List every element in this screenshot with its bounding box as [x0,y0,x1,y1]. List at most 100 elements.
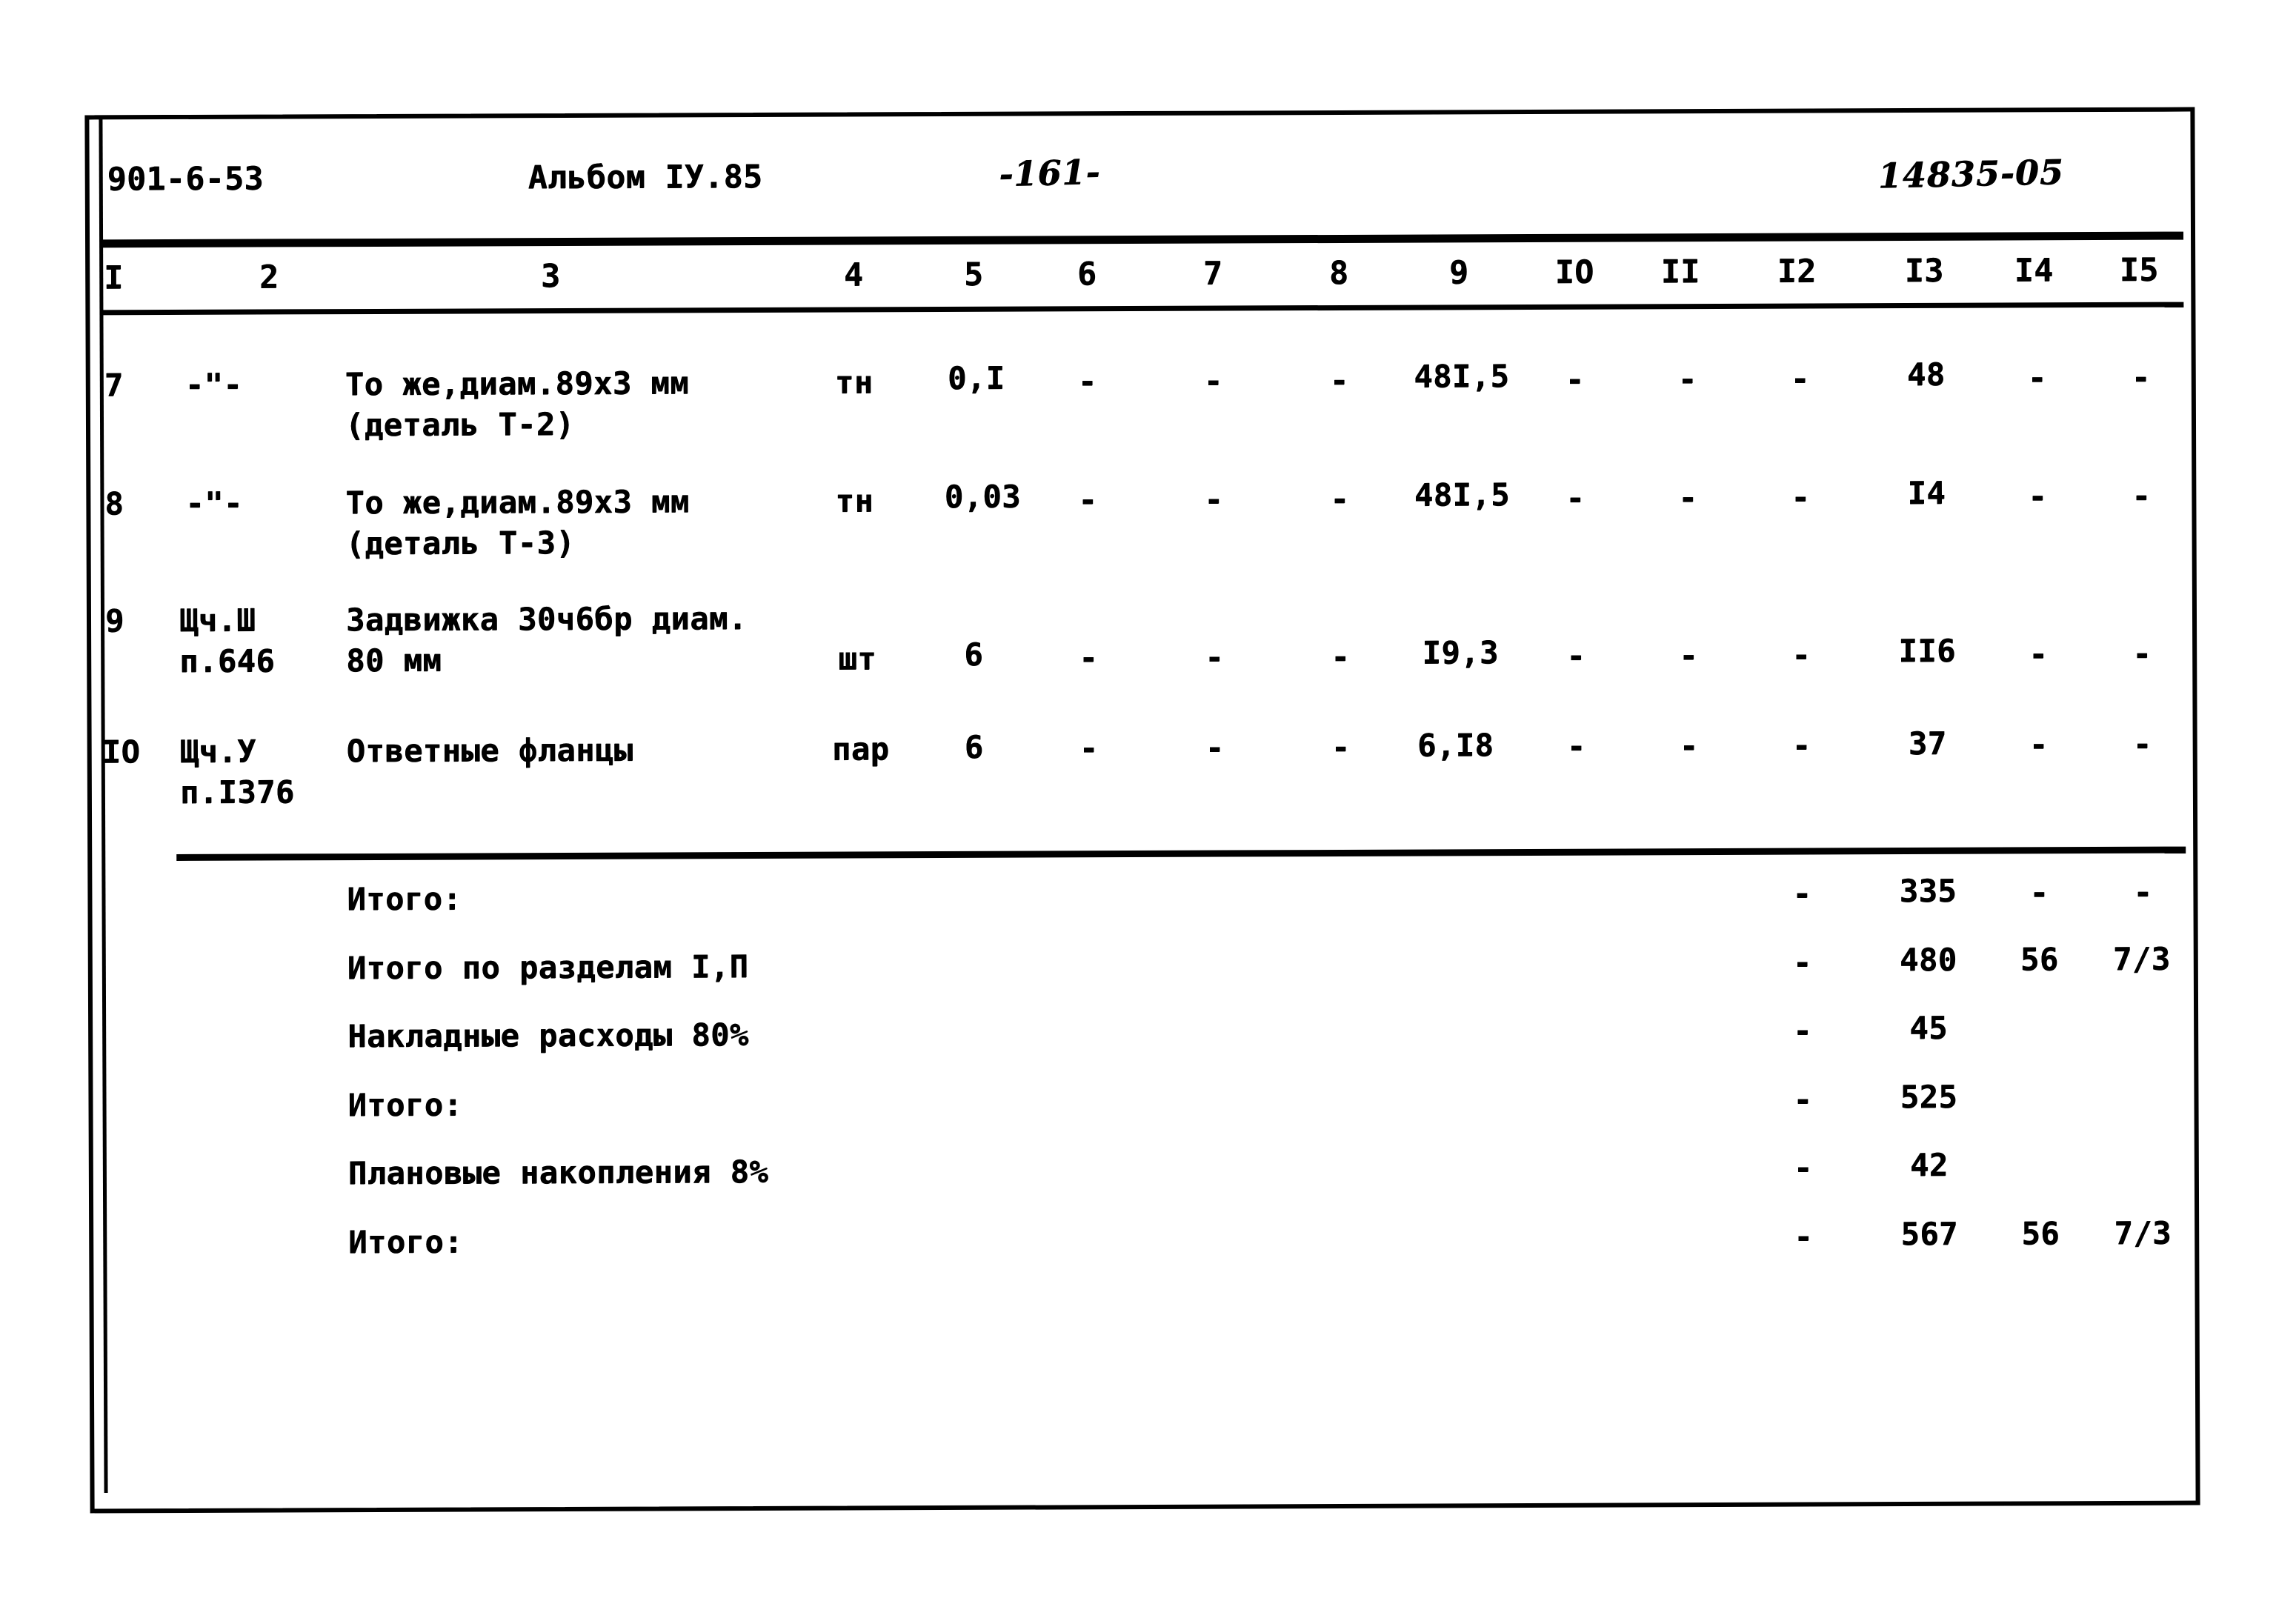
row-col5: 6 [964,728,984,765]
row-col15: - [2132,635,2152,672]
column-header-6: 6 [1077,256,1097,293]
summary-col15: 7/3 [2114,1214,2172,1251]
summary-col12: - [1793,1012,1813,1049]
summary-row: Итого: - 335 - - [0,0,2273,917]
row-col6: - [1079,639,1099,676]
row-col9: 48I,5 [1414,358,1510,395]
column-header-15: I5 [2119,251,2159,289]
row-col13: 48 [1906,356,1946,393]
row-col12: - [1791,479,1811,516]
table-row: 9 Щч.Ш п.646 Задвижка 30ч6бр диам. 80 мм… [0,0,2273,679]
row-number: 7 [104,367,124,404]
project-code: 901-6-53 [107,160,264,199]
summary-row: Итого по разделам I,П - 480 56 7/3 [0,0,2273,986]
summary-col12: - [1793,1149,1813,1186]
column-header-7: 7 [1202,255,1223,293]
row-col6: - [1077,363,1097,400]
row-col6: - [1078,482,1098,519]
row-col5: 0,I [947,359,1005,396]
column-header-9: 9 [1448,254,1469,292]
row-name-line1: Ответные фланцы [346,731,633,770]
row-col5: 0,03 [944,478,1022,515]
row-unit: шт [838,640,877,677]
summary-col12: - [1794,1218,1814,1255]
column-header-14: I4 [2014,252,2054,290]
page-number: -161- [998,151,1101,195]
row-name-line1: Задвижка 30ч6бр диам. [345,600,748,639]
row-col10: - [1565,479,1585,516]
row-col11: - [1677,361,1697,398]
row-col10: - [1565,361,1585,398]
summary-col12: - [1792,944,1812,981]
row-name-line2: 80 мм [346,642,442,679]
row-col10: - [1566,728,1586,765]
row-col11: - [1679,637,1699,674]
row-col11: - [1678,479,1698,516]
row-name-line1: То же,диам.89х3 мм [345,365,690,403]
row-reference-line2: п.I376 [179,773,295,811]
summary-row: Итого: - 567 56 7/3 [0,0,2273,1260]
summary-row: Накладные расходы 80% - 45 [0,0,2273,1054]
row-unit: тн [834,364,874,401]
summary-row: Плановые накопления 8% - 42 [0,0,2273,1191]
table-row: 7 -"- То же,диам.89х3 мм (деталь Т-2) тн… [0,0,2273,443]
row-col9: I9,3 [1422,634,1499,671]
row-reference-line2: п.646 [179,642,276,679]
row-reference: -"- [184,366,243,403]
row-col12: - [1791,636,1811,673]
row-reference: Щч.У [179,733,256,770]
row-col11: - [1679,728,1699,765]
summary-col12: - [1793,1081,1813,1118]
row-col9: 6,I8 [1417,727,1494,764]
row-col12: - [1791,727,1811,764]
column-header-4: 4 [843,256,864,294]
column-header-13: I3 [1904,252,1944,290]
album-label: Альбом IУ.85 [528,158,763,197]
summary-separator-rule [176,846,2186,861]
row-name-line1: То же,диам.89х3 мм [345,483,690,522]
summary-col13: 42 [1909,1146,1949,1184]
row-col7: - [1205,729,1225,766]
summary-label: Итого: [347,880,462,918]
summary-col14: 56 [2020,941,2059,978]
row-col13: 37 [1908,725,1947,762]
row-col7: - [1203,362,1223,399]
row-col7: - [1205,639,1225,676]
summary-col13: 335 [1899,872,1957,910]
row-col15: - [2132,725,2152,762]
row-col14: - [2029,636,2049,673]
summary-col13: 45 [1909,1009,1949,1047]
column-header-1: I [104,259,124,297]
row-col14: - [2029,726,2049,763]
row-number: 8 [104,485,124,522]
column-header-12: I2 [1777,253,1817,290]
row-col8: - [1331,728,1351,765]
summary-col13: 525 [1900,1078,1958,1116]
summary-col15: 7/3 [2113,940,2171,977]
row-reference: Щч.Ш [179,602,256,639]
column-header-3: 3 [540,257,561,296]
row-number: IO [102,733,141,771]
document-number: 14835-05 [1877,152,2065,196]
summary-label: Итого: [348,1223,464,1261]
row-col14: - [2028,478,2048,515]
summary-col14: 56 [2021,1215,2060,1252]
row-col5: 6 [964,636,984,673]
row-number: 9 [104,602,124,639]
table-row: 8 -"- То же,диам.89х3 мм (деталь Т-3) тн… [0,0,2273,562]
row-col12: - [1790,360,1810,397]
summary-col13: 567 [1900,1215,1958,1253]
row-col8: - [1330,480,1350,518]
row-col15: - [2131,359,2151,396]
row-col8: - [1329,362,1349,399]
summary-label: Плановые накопления 8% [347,1153,769,1192]
summary-label: Накладные расходы 80% [347,1016,749,1055]
column-header-10: IO [1554,253,1594,291]
header-rule-top [102,231,2184,248]
summary-col14: - [2029,874,2049,911]
row-col13: I4 [1907,474,1946,512]
row-col15: - [2132,477,2152,514]
summary-col13: 480 [1900,941,1957,979]
row-col13: II6 [1898,632,1956,670]
scanned-page: 901-6-53 Альбом IУ.85 -161- 14835-05 I 2… [0,0,2276,1620]
